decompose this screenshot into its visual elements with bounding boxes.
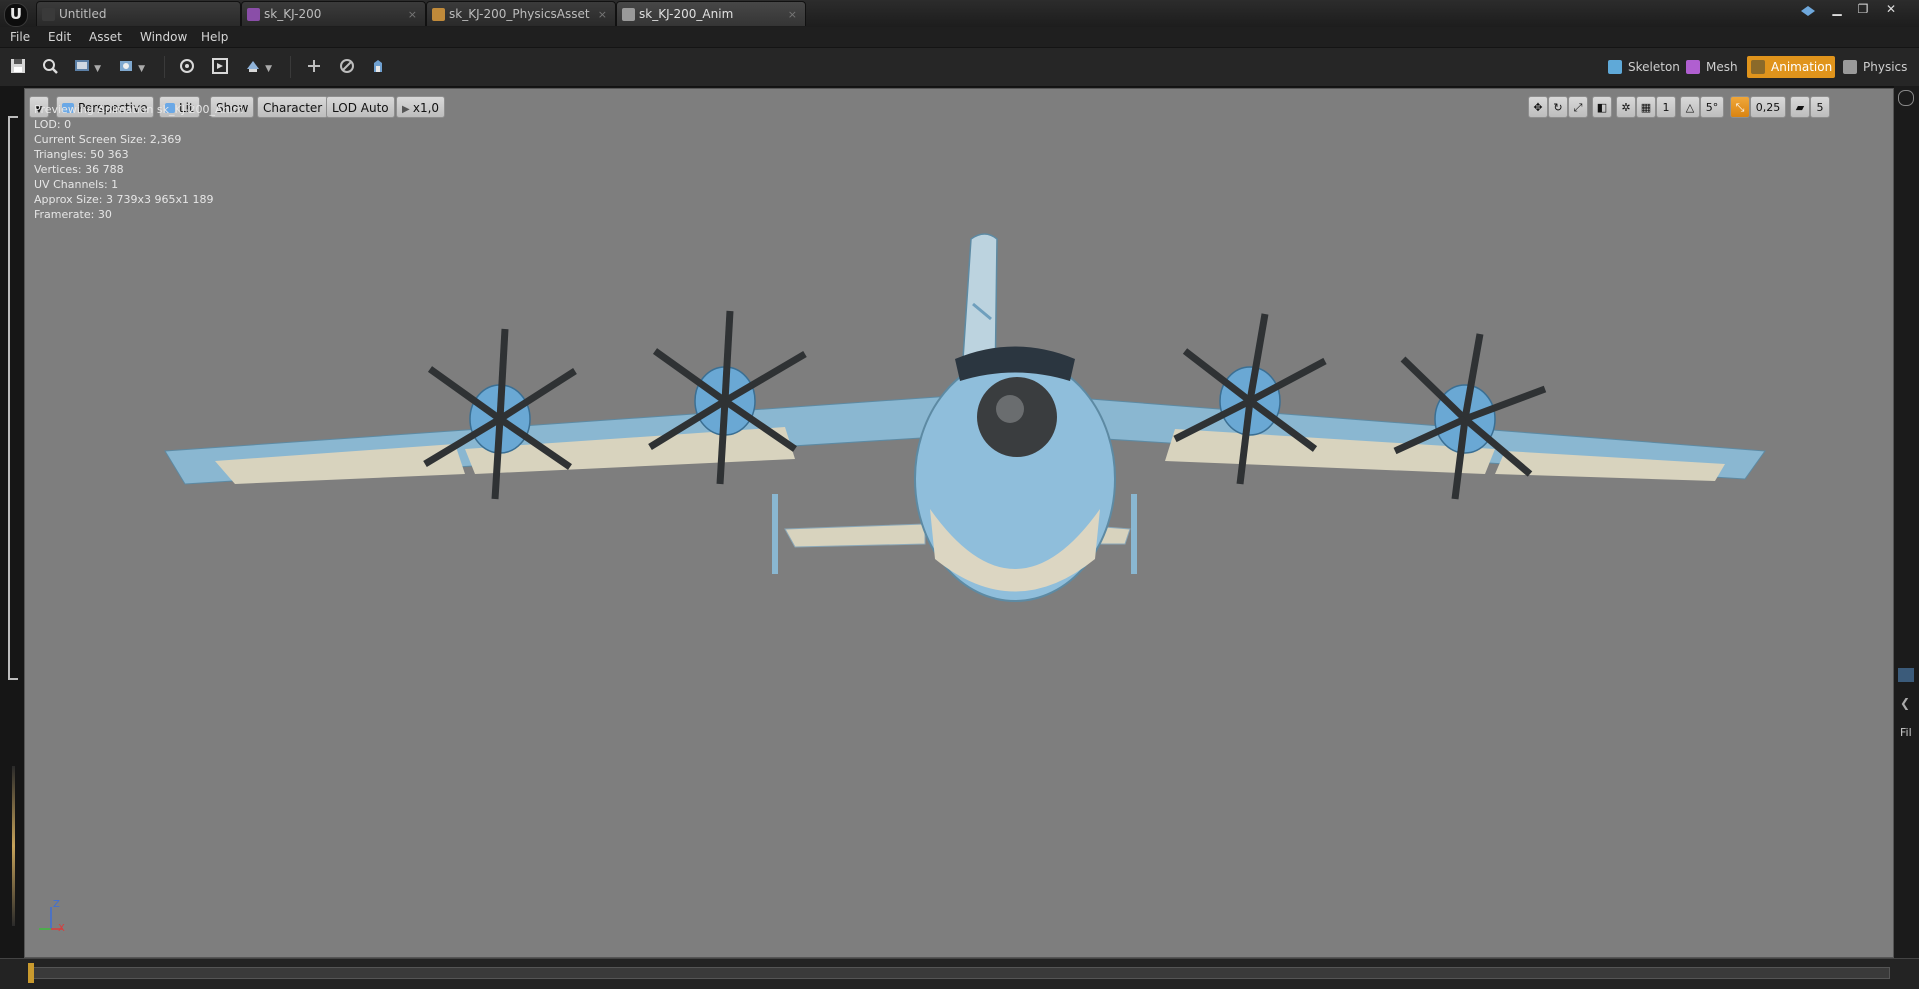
close-icon[interactable]: × xyxy=(788,2,797,27)
feedback-icon[interactable] xyxy=(1799,3,1817,19)
timeline-bar[interactable] xyxy=(0,958,1919,989)
animation-tools-icon[interactable] xyxy=(210,57,230,77)
disable-icon[interactable] xyxy=(337,57,357,77)
tab-sk-kj-200[interactable]: sk_KJ-200 × xyxy=(241,1,426,26)
details-tab-icon[interactable] xyxy=(1898,90,1914,106)
animation-asset-icon xyxy=(622,8,635,21)
unreal-logo-icon[interactable]: U xyxy=(4,3,28,27)
mode-label: Mesh xyxy=(1706,60,1738,74)
level-icon xyxy=(42,8,55,21)
maximize-button[interactable]: ❐ xyxy=(1852,2,1874,16)
tab-untitled[interactable]: Untitled xyxy=(36,1,241,26)
make-static-mesh-icon[interactable]: ▼ xyxy=(243,57,272,77)
mode-animation[interactable]: Animation xyxy=(1747,56,1835,78)
close-icon[interactable]: × xyxy=(598,2,607,27)
toolbar-separator xyxy=(290,56,291,78)
menu-window[interactable]: Window xyxy=(140,27,187,47)
aircraft-model[interactable] xyxy=(25,89,1894,958)
axis-z-label: Z xyxy=(53,899,60,910)
tab-label: Untitled xyxy=(59,7,107,21)
save-icon[interactable] xyxy=(8,57,28,77)
tab-anim[interactable]: sk_KJ-200_Anim × xyxy=(616,1,806,26)
minimize-button[interactable]: ▁ xyxy=(1826,2,1848,16)
skeleton-tools-icon[interactable]: ▼ xyxy=(116,57,145,77)
menu-bar: File Edit Asset Window Help xyxy=(0,27,1919,47)
asset-browser-tab-icon[interactable] xyxy=(1898,668,1914,682)
close-icon[interactable]: × xyxy=(408,2,417,27)
viewport[interactable]: ▼ Perspective Lit Show Character LOD Aut… xyxy=(24,88,1894,958)
settings-icon[interactable] xyxy=(368,57,388,77)
back-arrow-icon[interactable]: ❮ xyxy=(1900,696,1910,710)
preview-mesh-icon[interactable] xyxy=(177,57,197,77)
close-window-button[interactable]: ✕ xyxy=(1880,2,1902,16)
mode-label: Animation xyxy=(1771,60,1833,74)
tab-label: sk_KJ-200_PhysicsAsset xyxy=(449,7,590,21)
tab-label: sk_KJ-200 xyxy=(264,7,322,21)
physics-mode-icon xyxy=(1843,60,1857,74)
chevron-down-icon: ▼ xyxy=(94,64,101,74)
physics-asset-icon xyxy=(432,8,445,21)
axis-x-label: X xyxy=(58,923,65,934)
chevron-down-icon: ▼ xyxy=(138,64,145,74)
menu-file[interactable]: File xyxy=(10,27,30,47)
menu-asset[interactable]: Asset xyxy=(89,27,122,47)
skeleton-mode-icon xyxy=(1608,60,1622,74)
add-icon[interactable] xyxy=(304,57,324,77)
mode-label: Physics xyxy=(1863,60,1908,74)
panel-collapse-bracket[interactable] xyxy=(8,116,18,680)
reimport-icon[interactable]: ▼ xyxy=(72,57,101,77)
right-panel-strip: ❮ Fil xyxy=(1894,86,1919,984)
timeline-scrubber[interactable] xyxy=(28,963,34,983)
title-bar: U Untitled sk_KJ-200 × sk_KJ-200_Physics… xyxy=(0,0,1919,28)
left-panel-strip xyxy=(0,86,24,970)
browse-icon[interactable] xyxy=(40,57,60,77)
menu-edit[interactable]: Edit xyxy=(48,27,71,47)
chevron-down-icon: ▼ xyxy=(265,64,272,74)
mode-physics[interactable]: Physics xyxy=(1839,56,1917,78)
tab-physics-asset[interactable]: sk_KJ-200_PhysicsAsset × xyxy=(426,1,616,26)
timeline-track[interactable] xyxy=(28,967,1890,979)
axis-gizmo: Z X xyxy=(31,899,71,939)
animation-mode-icon xyxy=(1751,60,1765,74)
mesh-mode-icon xyxy=(1686,60,1700,74)
menu-help[interactable]: Help xyxy=(201,27,228,47)
toolbar: ▼ ▼ ▼ Skeleton Mesh Animation Physics xyxy=(0,47,1919,87)
mode-mesh[interactable]: Mesh xyxy=(1682,56,1744,78)
skeleton-asset-icon xyxy=(247,8,260,21)
tab-label: sk_KJ-200_Anim xyxy=(639,7,734,21)
mode-label: Skeleton xyxy=(1628,60,1680,74)
timeline-scroll-indicator[interactable] xyxy=(12,766,15,926)
mode-skeleton[interactable]: Skeleton xyxy=(1604,56,1682,78)
filter-label: Fil xyxy=(1900,726,1912,739)
toolbar-separator xyxy=(164,56,165,78)
